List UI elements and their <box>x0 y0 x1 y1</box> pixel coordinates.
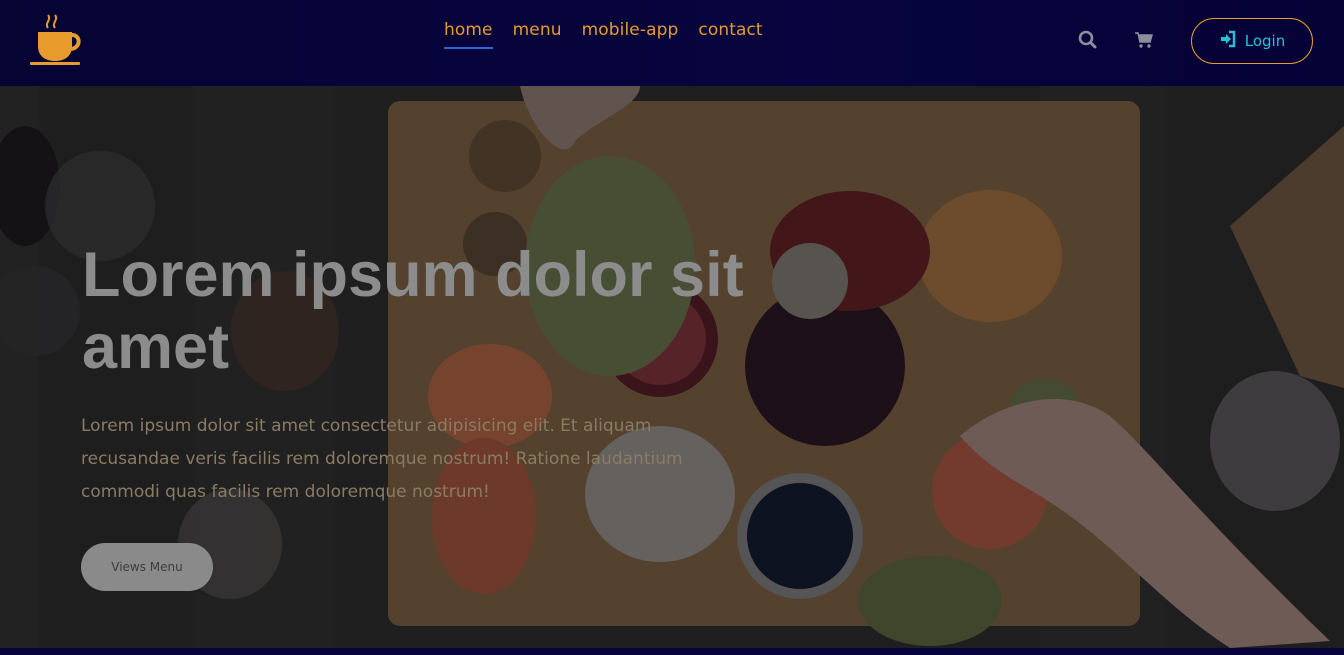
hero-section: Lorem ipsum dolor sit amet Lorem ipsum d… <box>0 86 1344 648</box>
login-label: Login <box>1244 32 1286 50</box>
navbar: home menu mobile-app contact Login <box>0 0 1344 86</box>
sign-in-icon <box>1219 30 1237 52</box>
hero-title: Lorem ipsum dolor sit amet <box>82 240 744 382</box>
nav-link-contact[interactable]: contact <box>698 20 762 49</box>
nav-link-menu[interactable]: menu <box>513 20 562 49</box>
views-menu-button[interactable]: Views Menu <box>81 543 213 591</box>
coffee-cup-icon[interactable] <box>28 14 84 68</box>
cart-icon[interactable] <box>1133 29 1155 51</box>
main-nav: home menu mobile-app contact <box>444 20 763 49</box>
hero-description: Lorem ipsum dolor sit amet consectetur a… <box>81 416 683 502</box>
login-button[interactable]: Login <box>1191 18 1313 64</box>
search-icon[interactable] <box>1077 29 1099 51</box>
nav-link-mobile-app[interactable]: mobile-app <box>582 20 679 49</box>
section-divider <box>0 648 1344 655</box>
nav-link-home[interactable]: home <box>444 20 493 49</box>
